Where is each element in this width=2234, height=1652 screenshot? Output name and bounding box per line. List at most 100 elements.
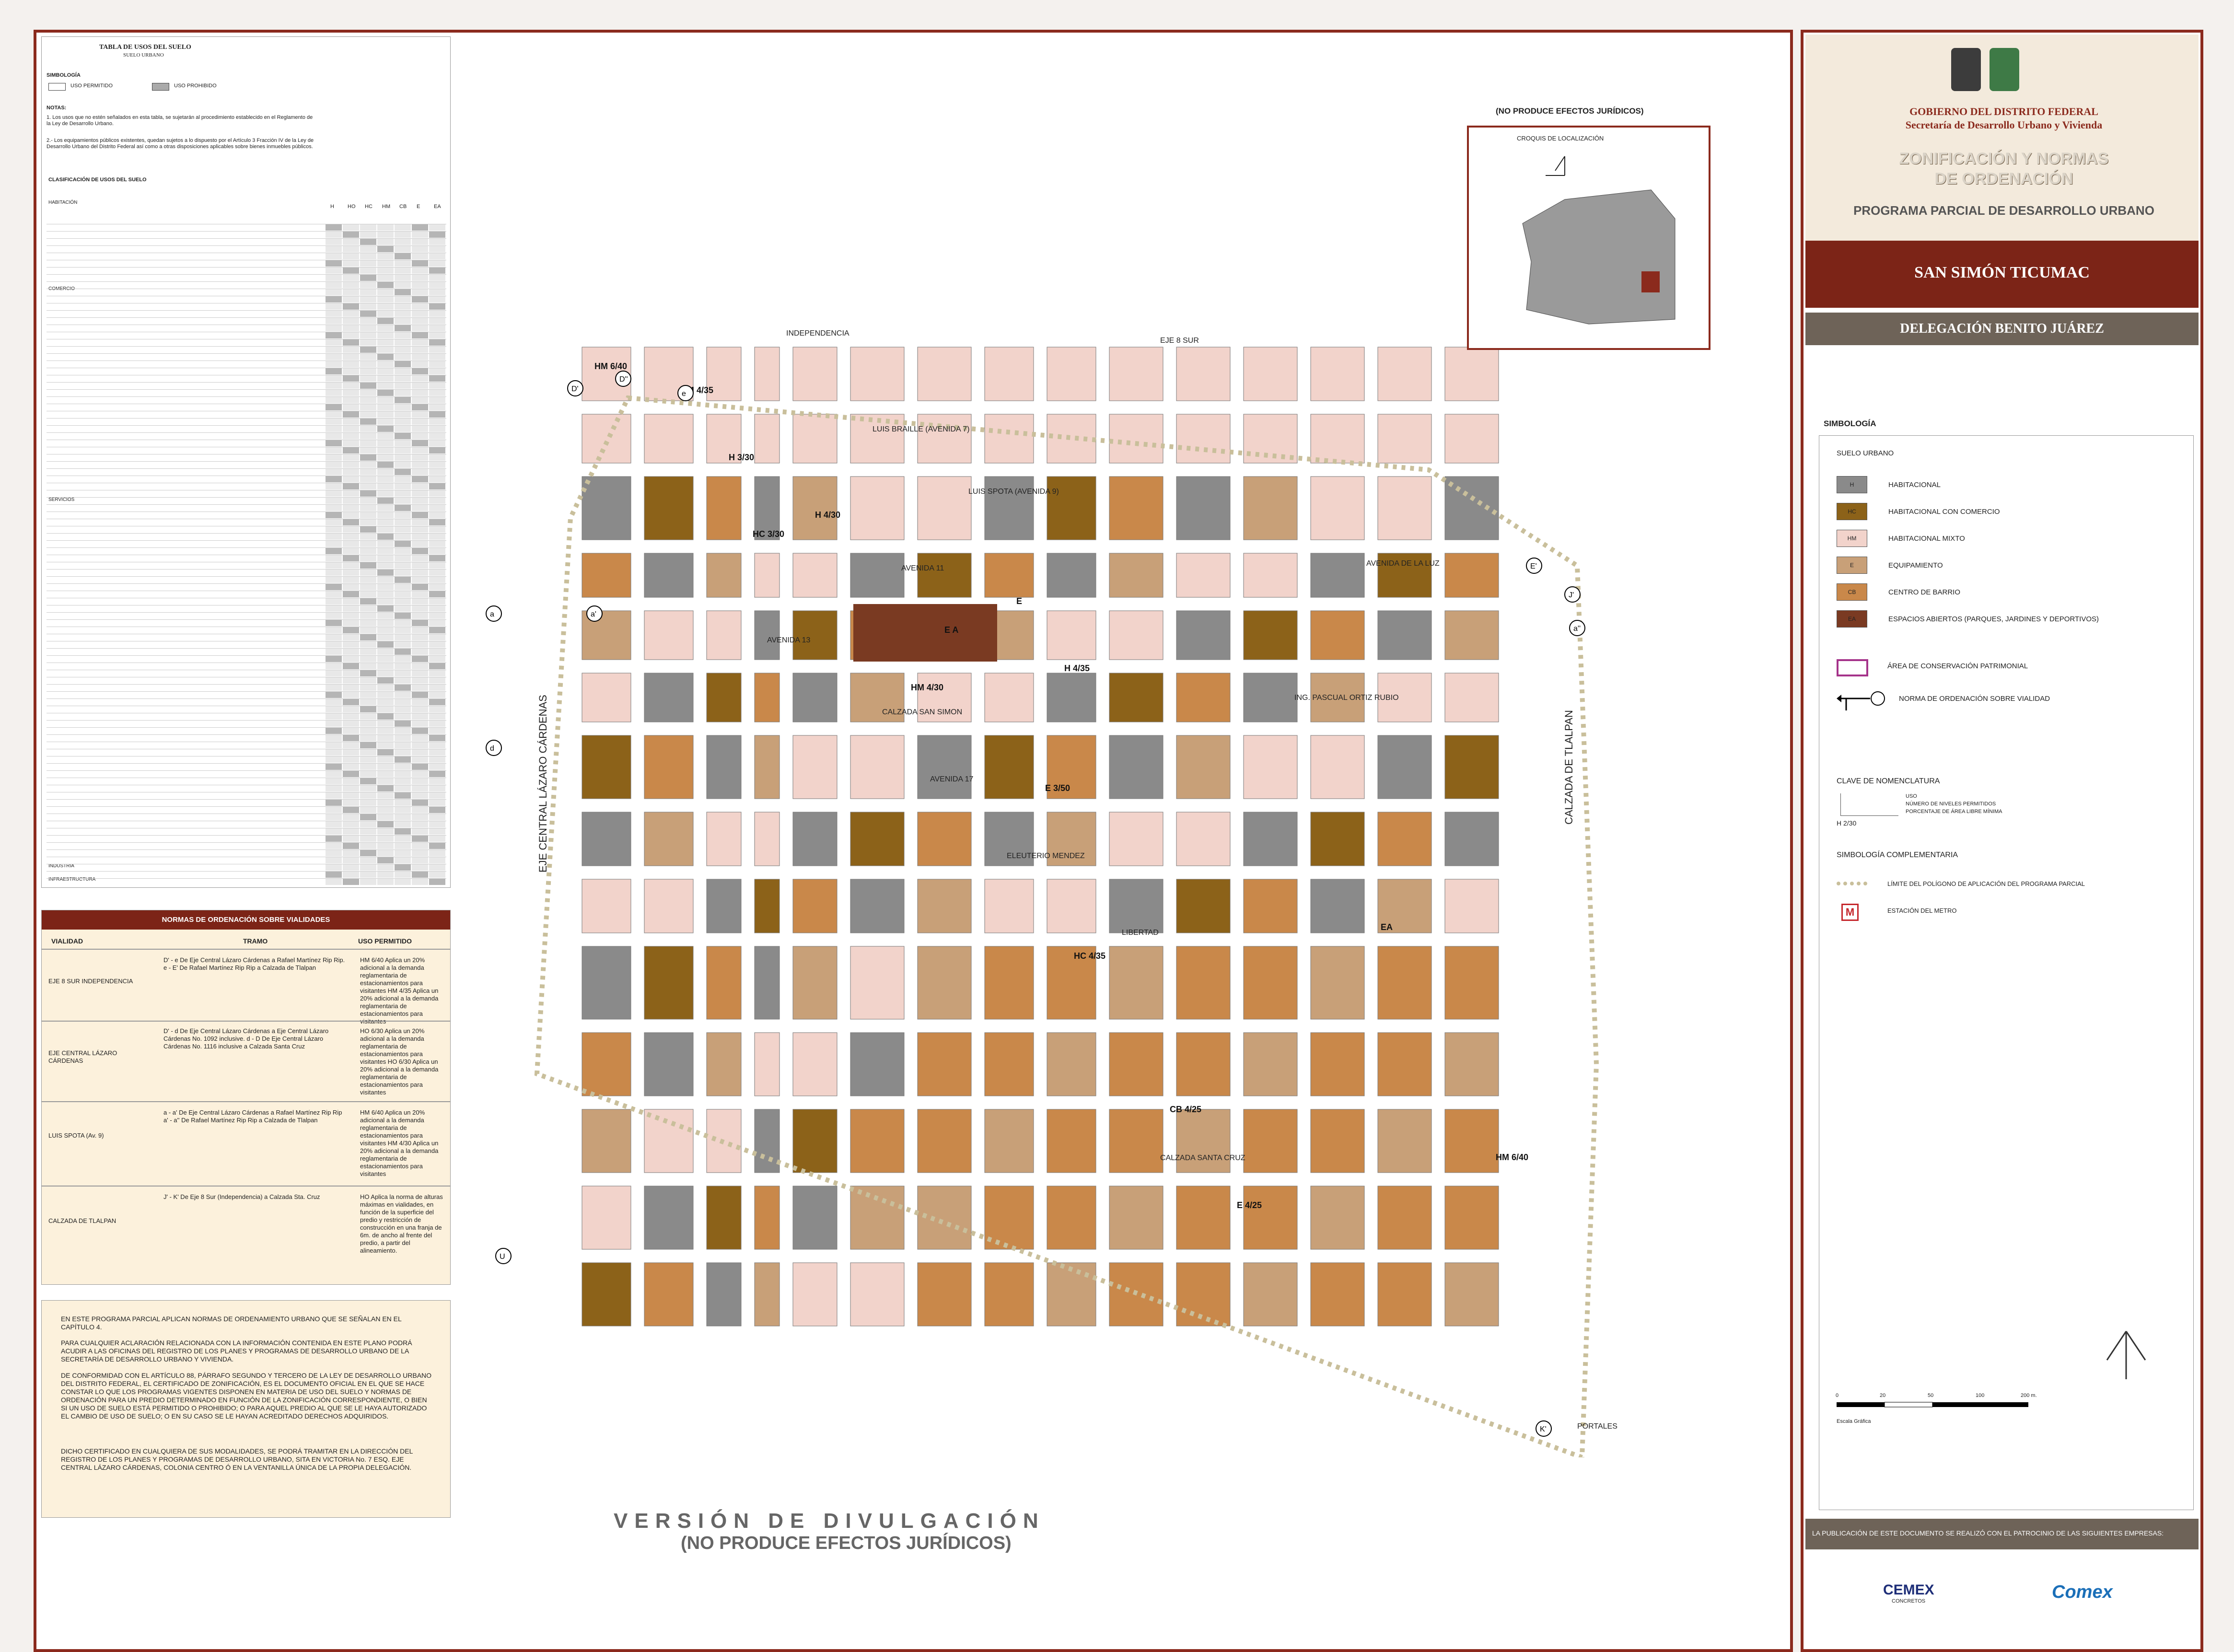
map-block <box>706 946 742 1020</box>
table-cell <box>429 706 445 712</box>
map-block <box>792 1109 838 1173</box>
zone-label: H 4/35 <box>1064 663 1090 673</box>
table-cell <box>360 318 376 324</box>
table-cell <box>343 433 359 439</box>
map-block <box>1109 1032 1164 1096</box>
normas-header-uso: USO PERMITIDO <box>358 937 412 945</box>
table-cell <box>326 260 342 267</box>
table-cell <box>395 613 411 619</box>
table-cell <box>412 368 428 374</box>
table-cell <box>395 598 411 605</box>
map-block <box>1109 1186 1164 1250</box>
table-cell <box>429 699 445 705</box>
table-cell <box>429 368 445 374</box>
map-block <box>850 1186 905 1250</box>
table-cell <box>326 462 342 468</box>
scale-tick: 0 <box>1836 1393 1839 1398</box>
table-cell <box>343 570 359 576</box>
table-cell <box>360 749 376 756</box>
table-cell <box>326 253 342 259</box>
table-cell <box>395 253 411 259</box>
table-cell <box>412 584 428 590</box>
note-item: EN ESTE PROGRAMA PARCIAL APLICAN NORMAS … <box>61 1315 402 1331</box>
legend-label: CENTRO DE BARRIO <box>1888 588 1961 596</box>
table-cell <box>412 864 428 871</box>
table-cell <box>360 246 376 252</box>
table-cell <box>360 268 376 274</box>
table-cell <box>412 447 428 454</box>
metro-icon: M <box>1841 904 1859 921</box>
table-cell <box>429 275 445 281</box>
map-block <box>1444 1032 1499 1096</box>
zonificacion-title-2: DE ORDENACIÓN <box>1934 170 2073 188</box>
table-cell <box>326 440 342 446</box>
table-cell <box>395 864 411 871</box>
map-block <box>1243 476 1298 540</box>
table-cell <box>326 505 342 511</box>
map-block <box>1377 610 1432 660</box>
map-block <box>792 812 838 866</box>
map-block <box>984 1262 1034 1326</box>
zone-label: HC 4/35 <box>1074 951 1105 961</box>
table-cell <box>377 756 394 763</box>
table-cell <box>360 814 376 820</box>
table-cell <box>377 562 394 569</box>
table-cell <box>429 469 445 475</box>
table-cell <box>343 821 359 827</box>
table-cell <box>360 289 376 295</box>
table-cell <box>326 361 342 367</box>
land-use-table: TABLA DE USOS DEL SUELO SUELO URBANO SIM… <box>41 36 451 888</box>
normas-header-vialidad: VIALIDAD <box>51 937 83 945</box>
map-block <box>1310 347 1365 401</box>
table-cell <box>343 699 359 705</box>
table-cell <box>360 692 376 698</box>
table-cell <box>360 224 376 231</box>
table-cell <box>360 275 376 281</box>
table-cell <box>343 641 359 648</box>
map-block <box>1176 946 1231 1020</box>
table-cell <box>343 318 359 324</box>
table-cell <box>429 627 445 633</box>
table-cell <box>326 469 342 475</box>
table-cell <box>360 411 376 418</box>
table-cell <box>412 850 428 856</box>
map-block <box>1377 1032 1432 1096</box>
table-cell <box>395 792 411 799</box>
land-use-map: INDEPENDENCIA EJE 8 SUR LUIS BRAILLE (AVEN… <box>479 297 1640 1457</box>
vialidad-marker-label: a'' <box>1573 625 1581 633</box>
table-cell <box>395 749 411 756</box>
table-cell <box>360 591 376 597</box>
legend-label: EQUIPAMIENTO <box>1888 561 1943 570</box>
table-cell <box>360 857 376 863</box>
map-block <box>917 553 972 598</box>
map-block <box>1310 476 1365 540</box>
table-cell <box>360 778 376 784</box>
table-cell <box>360 699 376 705</box>
table-cell <box>429 721 445 727</box>
table-cell <box>377 828 394 835</box>
table-cell <box>429 454 445 461</box>
map-block <box>1377 812 1432 866</box>
table-cell <box>377 699 394 705</box>
table-cell <box>343 454 359 461</box>
table-cell <box>343 756 359 763</box>
clave-uso: USO <box>1906 793 1917 799</box>
table-cell <box>429 584 445 590</box>
table-cell <box>343 800 359 806</box>
map-block <box>706 1186 742 1250</box>
table-cell <box>360 282 376 288</box>
table-cell <box>360 426 376 432</box>
table-cell <box>326 512 342 518</box>
legend-swatch: CB <box>1837 583 1867 601</box>
table-cell <box>412 282 428 288</box>
table-cell <box>343 778 359 784</box>
table-cell <box>395 498 411 504</box>
patrocinio-text: LA PUBLICACIÓN DE ESTE DOCUMENTO SE REAL… <box>1812 1529 2164 1537</box>
map-block <box>1310 553 1365 598</box>
table-cell <box>343 289 359 295</box>
table-cell <box>377 634 394 640</box>
table-cell <box>412 692 428 698</box>
table-cell <box>412 490 428 497</box>
normas-row-vialidad: EJE CENTRAL LÁZARO CÁRDENAS <box>48 1049 117 1064</box>
clave-area: PORCENTAJE DE ÁREA LIBRE MÍNIMA <box>1906 809 2002 814</box>
